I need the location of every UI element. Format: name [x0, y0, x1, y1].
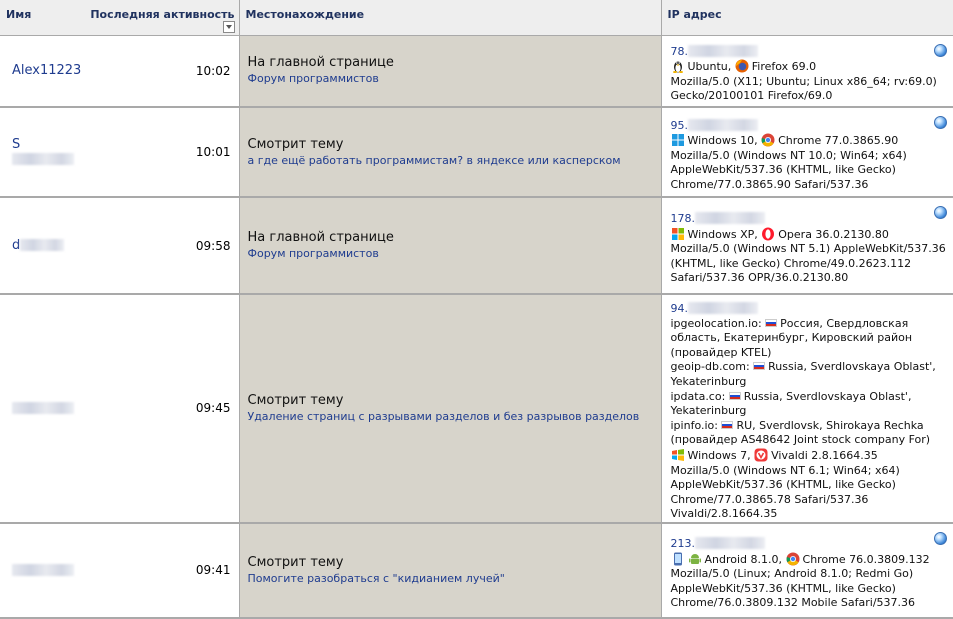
name-redacted — [12, 563, 74, 576]
location-cell: Смотрит тему Удаление страниц с разрывам… — [239, 294, 662, 524]
activity-time: 09:41 — [75, 522, 240, 619]
user-link[interactable]: Alex11223 — [12, 63, 81, 78]
vivaldi-icon — [754, 448, 768, 462]
ip-cell: 78. Ubuntu, Firefox 69.0 Mozilla/5.0 (X1… — [661, 35, 953, 108]
windows-icon — [671, 448, 684, 461]
user-link[interactable] — [12, 401, 74, 416]
russia-flag-icon — [721, 420, 734, 429]
location-title: На главной странице — [247, 230, 394, 245]
ip-redacted — [695, 212, 765, 225]
geo-line: geoip-db.com: Russia, Sverdlovskaya Obla… — [670, 360, 936, 388]
location-title: Смотрит тему — [247, 136, 344, 152]
user-agent: Mozilla/5.0 (Windows NT 10.0; Win64; x64… — [670, 148, 907, 191]
geo-line: ipinfo.io: RU, Sverdlovsk, Shirokaya Rec… — [670, 418, 931, 447]
name-redacted — [12, 153, 74, 165]
activity-time: 09:45 — [75, 294, 240, 524]
user-name-cell: d — [0, 197, 75, 295]
globe-icon[interactable] — [934, 43, 947, 57]
location-title: На главной странице — [247, 55, 394, 71]
activity-time: 10:02 — [75, 35, 240, 108]
location-link[interactable]: а где ещё работать программистам? в янде… — [248, 153, 661, 168]
table-header: Имя Последняя активность Местонахождение… — [0, 0, 953, 36]
location-cell: На главной странице Форум программистов — [239, 197, 662, 295]
location-link[interactable]: Помогите разобраться с "кидианием лучей" — [248, 571, 661, 586]
header-location[interactable]: Местонахождение — [239, 0, 662, 36]
user-name-cell — [0, 522, 75, 619]
geo-line: ipgeolocation.io: Россия, Свердловская о… — [670, 316, 913, 359]
russia-flag-icon — [728, 391, 741, 400]
header-name[interactable]: Имя — [0, 0, 75, 36]
linux-icon — [672, 61, 683, 74]
ip-link[interactable]: 95. — [671, 118, 758, 132]
russia-flag-icon — [753, 362, 766, 371]
activity-time: 10:01 — [75, 107, 240, 198]
phone-icon — [673, 552, 682, 566]
android-icon — [688, 553, 701, 564]
ip-redacted — [695, 536, 765, 549]
user-name-cell: S — [0, 107, 75, 198]
ip-link[interactable]: 78. — [671, 44, 758, 58]
table-row: 09:41 Смотрит тему Помогите разобраться … — [0, 522, 953, 619]
user-agent: Mozilla/5.0 (Windows NT 5.1) AppleWebKit… — [670, 242, 946, 285]
ip-cell: 178. Windows XP, Opera 36.0.2130.80 Mozi… — [661, 197, 953, 295]
globe-icon[interactable] — [934, 116, 947, 129]
user-name-cell: Alex11223 — [0, 35, 81, 108]
location-cell: Смотрит тему а где ещё работать программ… — [239, 107, 662, 198]
user-agent: Mozilla/5.0 (Windows NT 6.1; Win64; x64)… — [670, 463, 900, 521]
user-name-cell — [0, 294, 75, 524]
location-title: Смотрит тему — [247, 392, 344, 408]
user-link[interactable]: d — [12, 238, 65, 253]
ip-redacted — [688, 44, 758, 57]
globe-icon[interactable] — [934, 531, 947, 545]
name-redacted — [12, 401, 74, 414]
ip-link[interactable]: 178. — [671, 212, 765, 225]
windows-xp-icon — [671, 227, 684, 240]
chrome-icon — [786, 552, 800, 566]
globe-icon[interactable] — [934, 206, 947, 219]
user-agent: Mozilla/5.0 (X11; Ubuntu; Linux x86_64; … — [670, 74, 937, 103]
opera-icon — [762, 227, 775, 241]
chrome-icon — [761, 133, 775, 147]
user-link[interactable] — [12, 563, 74, 578]
ip-cell: 94. ipgeolocation.io: Россия, Свердловск… — [661, 294, 953, 524]
ip-cell: 213. Android 8.1.0, Chrome 76.0.3809.132… — [661, 522, 953, 619]
ip-cell: 95. Windows 10, Chrome 77.0.3865.90 Mozi… — [661, 107, 953, 198]
who-online-table: Имя Последняя активность Местонахождение… — [0, 0, 953, 619]
windows-icon — [671, 134, 684, 147]
table-row: d 09:58 На главной странице Форум програ… — [0, 197, 953, 295]
user-agent: Mozilla/5.0 (Linux; Android 8.1.0; Redmi… — [670, 567, 916, 610]
header-activity[interactable]: Последняя активность — [75, 0, 240, 36]
geo-line: ipdata.co: Russia, Sverdlovskaya Oblast'… — [670, 389, 912, 418]
table-row: Alex11223 10:02 На главной странице Фору… — [0, 35, 953, 108]
user-link[interactable]: S — [12, 137, 74, 167]
russia-flag-icon — [765, 318, 778, 327]
location-title: Смотрит тему — [247, 554, 344, 570]
table-row: S 10:01 Смотрит тему а где ещё работать … — [0, 107, 953, 198]
location-cell: На главной странице Форум программистов — [239, 35, 662, 108]
name-redacted — [20, 239, 65, 251]
location-cell: Смотрит тему Помогите разобраться с "кид… — [239, 522, 662, 619]
location-link[interactable]: Форум программистов — [248, 246, 661, 261]
header-ip[interactable]: IP адрес — [661, 0, 953, 36]
ip-redacted — [688, 302, 758, 314]
location-link[interactable]: Форум программистов — [248, 71, 661, 86]
firefox-icon — [735, 59, 749, 73]
table-row: 09:45 Смотрит тему Удаление страниц с ра… — [0, 294, 953, 524]
sort-desc-icon[interactable] — [222, 21, 235, 33]
activity-time: 09:58 — [75, 197, 240, 295]
location-link[interactable]: Удаление страниц с разрывами разделов и … — [248, 409, 661, 424]
ip-redacted — [688, 118, 758, 131]
ip-link[interactable]: 213. — [671, 536, 765, 550]
ip-link[interactable]: 94. — [671, 302, 758, 315]
